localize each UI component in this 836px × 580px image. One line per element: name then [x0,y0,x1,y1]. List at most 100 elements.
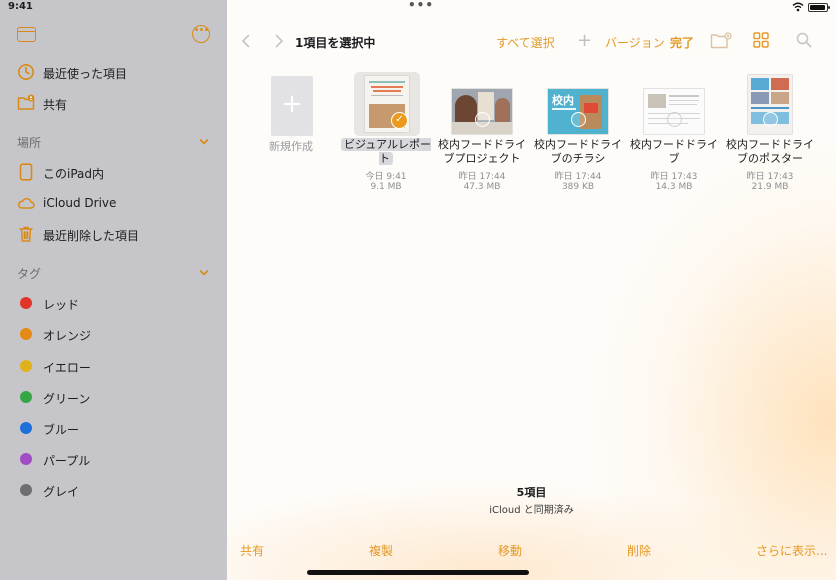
sidebar-tag-purple[interactable]: パープル [0,445,227,473]
sidebar-item-label: このiPad内 [43,167,105,181]
file-item[interactable]: 校内フードドライブ 昨日 17:43 14.3 MB [628,72,720,202]
sidebar-item-label: グレイ [43,485,80,499]
file-item[interactable]: 校内フードドライブプロジェクト 昨日 17:44 47.3 MB [436,72,528,202]
sidebar-item-label: 最近使った項目 [43,67,128,81]
status-time: 9:41 [8,1,33,12]
sidebar-item-on-my-ipad[interactable]: このiPad内 [0,158,227,186]
tag-color-dot [20,360,32,372]
cloud-icon [17,198,35,209]
done-button[interactable]: 完了 [670,34,694,51]
plus-icon: + [281,89,303,119]
file-size: 47.3 MB [463,182,501,192]
file-item[interactable]: ✓ ビジュアルレポート 今日 9:41 9.1 MB [340,72,432,202]
back-chevron-icon[interactable] [241,34,251,48]
status-bar: 9:41 ••• [0,0,836,14]
delete-button[interactable]: 削除 [627,542,651,559]
chevron-down-icon[interactable] [199,137,209,147]
section-header-locations: 場所 [17,136,42,150]
sidebar-tag-red[interactable]: レッド [0,289,227,317]
sidebar-item-recently-deleted[interactable]: 最近削除した項目 [0,220,227,248]
sidebar-header: ••• [0,24,227,48]
file-name: ビジュアルレポート [340,138,432,166]
shared-folder-icon [17,94,35,110]
flyer-heading-text: 校内 [552,94,574,107]
share-button[interactable]: 共有 [240,542,264,559]
wifi-icon [792,2,804,12]
file-item[interactable]: 校内フードドライブのポスター 昨日 17:43 21.9 MB [724,72,816,202]
file-thumbnail: ✓ [354,72,420,136]
sidebar-item-label: グリーン [43,392,91,406]
home-indicator[interactable] [307,570,529,575]
sync-status-icon [475,112,490,127]
clock-icon [18,64,34,80]
file-name: 校内フードドライブのチラシ [534,138,622,165]
sidebar-item-shared[interactable]: 共有 [0,89,227,117]
sidebar-item-label: iCloud Drive [43,196,117,210]
sidebar-item-label: レッド [43,298,80,312]
section-header-tags: タグ [17,267,42,281]
file-size: 21.9 MB [751,182,789,192]
sidebar: ••• 最近使った項目 共有 場所 このiPad内 iCloud Drive 最… [0,0,227,580]
file-size: 389 KB [561,182,595,192]
file-size: 14.3 MB [655,182,693,192]
move-button[interactable]: 移動 [498,542,522,559]
sidebar-item-recents[interactable]: 最近使った項目 [0,58,227,86]
forward-chevron-icon[interactable] [274,34,284,48]
ipad-icon [19,163,33,181]
sidebar-tag-yellow[interactable]: イエロー [0,352,227,380]
add-icon[interactable]: + [577,30,592,51]
sidebar-item-label: パープル [43,454,91,468]
file-thumbnail: 校内 [532,72,624,136]
battery-icon [808,3,830,12]
file-date: 昨日 17:44 [458,172,506,182]
sidebar-item-label: 最近削除した項目 [43,229,140,243]
new-document-tile[interactable]: + 新規作成 [245,72,337,202]
new-document-label: 新規作成 [269,140,313,153]
checkmark-icon: ✓ [391,112,408,129]
file-name: 校内フードドライブプロジェクト [438,138,526,165]
page-title: 1項目を選択中 [295,36,376,50]
tag-color-dot [20,328,32,340]
more-button[interactable]: さらに表示... [756,542,827,559]
search-icon[interactable] [796,32,812,48]
more-options-icon[interactable]: ••• [192,25,210,43]
file-thumbnail [436,72,528,136]
grid-view-icon[interactable] [753,32,769,48]
tag-color-dot [20,453,32,465]
file-date: 昨日 17:43 [746,172,794,182]
duplicate-button[interactable]: 複製 [369,542,393,559]
file-name: 校内フードドライブ [630,138,718,165]
sidebar-tag-gray[interactable]: グレイ [0,476,227,504]
file-thumbnail [628,72,720,136]
sidebar-item-label: オレンジ [43,329,92,343]
new-folder-icon[interactable] [710,32,732,50]
tag-color-dot [20,297,32,309]
file-size: 9.1 MB [370,182,402,192]
sync-status-icon [667,112,682,127]
bottom-toolbar: 共有 複製 移動 削除 さらに表示... [227,540,836,560]
chevron-down-icon[interactable] [199,268,209,278]
sync-status-text: iCloud と同期済み [489,505,574,516]
sync-status-icon [571,112,586,127]
tag-color-dot [20,422,32,434]
sidebar-tag-green[interactable]: グリーン [0,383,227,411]
sidebar-item-icloud-drive[interactable]: iCloud Drive [0,189,227,217]
sidebar-tag-orange[interactable]: オレンジ [0,320,227,348]
file-item[interactable]: 校内 校内フードドライブのチラシ 昨日 17:44 389 KB [532,72,624,202]
sidebar-item-label: 共有 [43,98,68,112]
file-name: 校内フードドライブのポスター [726,138,814,165]
file-date: 昨日 17:44 [554,172,602,182]
multitasking-dots-icon[interactable]: ••• [408,0,434,12]
sidebar-item-label: イエロー [43,361,91,375]
file-grid: + 新規作成 ✓ ビジュアルレポート 今日 9:41 9.1 MB 校内フードド… [227,72,836,202]
select-all-button[interactable]: すべて選択 [496,34,555,51]
tag-color-dot [20,484,32,496]
navigation-bar: 1項目を選択中 すべて選択 + バージョン 完了 [227,28,836,56]
sidebar-item-label: ブルー [43,423,80,437]
sidebar-tag-blue[interactable]: ブルー [0,414,227,442]
new-document-thumbnail: + [271,76,313,136]
sidebar-toggle-icon[interactable] [17,27,36,42]
file-browser: 1項目を選択中 すべて選択 + バージョン 完了 + 新規作成 ✓ ビジュアルレ… [227,0,836,580]
versions-button[interactable]: バージョン [605,34,665,51]
trash-icon [19,226,33,242]
